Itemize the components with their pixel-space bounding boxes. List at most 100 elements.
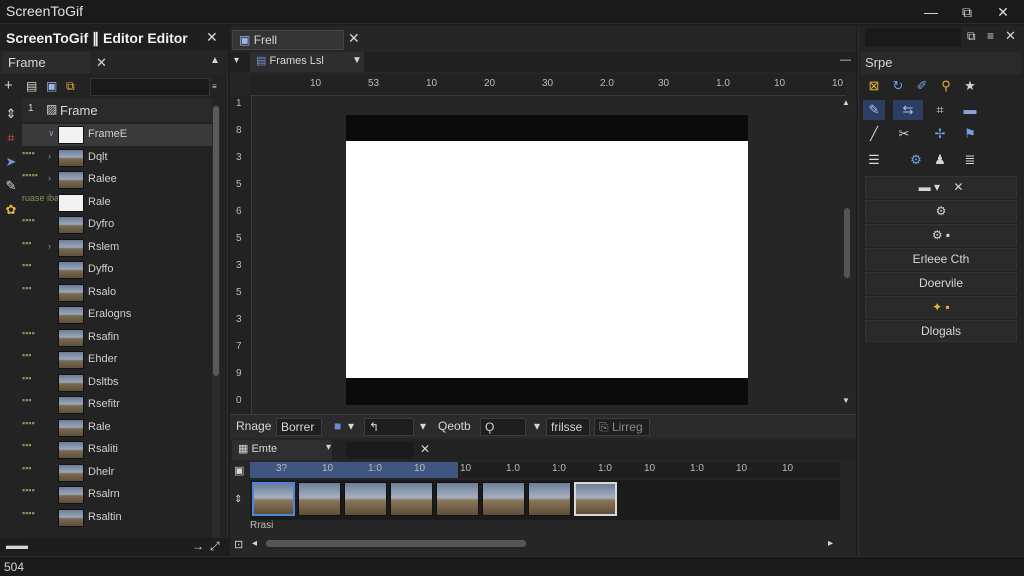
list-item[interactable]: Rsaliti ▪▪▪ [22,439,212,461]
list-item[interactable]: Rsefitr ▪▪▪ [22,394,212,416]
chevron-down-icon[interactable]: ▼ [352,55,362,66]
close-icon[interactable]: ✕ [1005,28,1016,44]
sparkle-button[interactable]: ✦ ▪ [865,296,1017,318]
file-icon[interactable]: ▤ [26,79,37,93]
folder-icon[interactable]: ▬ [959,100,981,120]
media-button[interactable]: ▬ ▾ ✕ [865,176,1017,198]
list-icon[interactable]: ≣ [959,150,981,170]
menu-icon[interactable]: — [840,54,851,66]
close-icon[interactable]: ✕ [420,442,430,456]
layout-icon[interactable]: ☰ [863,150,885,170]
scroll-down-icon[interactable]: ▼ [842,396,850,405]
list-item[interactable]: Rale ▪▪▪▪ [22,417,212,439]
list-item[interactable]: Dyffo ▪▪▪ [22,259,212,281]
effect-button-2[interactable]: ⚙ ▪ [865,224,1017,246]
list-item[interactable]: Dhelr ▪▪▪ [22,462,212,484]
timeline-ruler[interactable]: 3? 10 1:0 10 10 1.0 1:0 1:0 10 1:0 10 10 [250,462,840,478]
chevron-down-icon[interactable]: ▾ [530,418,544,436]
frame-list-scrollbar[interactable] [212,106,220,546]
timeline-frame-icon[interactable]: ▣ [234,464,244,477]
select-icon[interactable]: ⊠ [863,76,885,96]
depth-select[interactable]: Ǫ [480,418,526,436]
expand-arrow-icon[interactable]: › [48,241,51,251]
list-item[interactable]: › Dqlt ▪▪▪▪ [22,147,212,169]
chevron-down-icon[interactable]: ▾ [416,418,430,436]
timeline-frame[interactable] [528,482,571,516]
list-item[interactable]: Rale ruase ibati [22,192,212,214]
timeline-frame[interactable] [436,482,479,516]
pin-tool-icon[interactable]: ⚑ [959,124,981,144]
crop-icon[interactable]: ⌗ [3,130,19,146]
add-icon[interactable]: + [4,77,13,94]
timeline-frame[interactable] [390,482,433,516]
pen-icon[interactable]: ✎ [3,178,19,194]
scroll-up-icon[interactable]: ▲ [842,98,850,107]
pin-icon[interactable]: ▾ [234,55,239,66]
tune-icon[interactable]: ✢ [929,124,951,144]
timeline-frame[interactable] [344,482,387,516]
scroll-thumb[interactable] [844,208,850,278]
palette-icon[interactable]: ✿ [3,202,19,218]
tab-timeline[interactable]: ▦ Emte [232,440,332,460]
erase-button[interactable]: Erleee Cth [865,248,1017,270]
pin-icon[interactable]: ▲ [210,55,220,66]
tab-frame[interactable]: Frame [2,52,90,74]
expand-arrow-icon[interactable]: ∨ [48,128,55,139]
import-icon[interactable]: ⧉ [66,79,75,94]
draw-icon[interactable]: ╱ [863,124,885,144]
expand-arrow-icon[interactable]: › [48,151,51,161]
chevron-down-icon[interactable]: ▾ [344,418,358,436]
menu-icon[interactable]: ≡ [212,82,217,91]
adjust-icon[interactable]: ⚙ [905,150,927,170]
close-document-icon[interactable]: ✕ [348,30,360,47]
expand-arrow-icon[interactable]: › [48,173,51,183]
frame-canvas[interactable] [346,141,748,378]
color-swatch[interactable]: ■ [330,418,345,436]
tab-document[interactable]: ▣ Frell [232,30,344,50]
stamp-icon[interactable]: ♟ [929,150,951,170]
close-button[interactable]: ✕ [992,2,1014,22]
menu-icon[interactable]: ≡ [987,29,994,43]
pointer-icon[interactable]: ➤ [3,154,19,170]
list-item[interactable]: ∨ FrameE [22,124,212,146]
chevron-down-icon[interactable]: ▾ [326,442,331,453]
rotate-icon[interactable]: ↻ [887,76,909,96]
expand-icon[interactable]: 1 [28,103,34,114]
list-item[interactable]: Ehder ▪▪▪ [22,349,212,371]
crop-icon[interactable]: ⌗ [929,100,951,120]
effect-button[interactable]: ⚙ [865,200,1017,222]
scroll-thumb[interactable] [213,106,219,376]
search-icon[interactable]: ⚲ [935,76,957,96]
scroll-left-icon[interactable]: ◂ [252,538,257,549]
list-item[interactable]: Eralogns [22,304,212,326]
timeline-frame[interactable] [482,482,525,516]
tree-header[interactable]: 1 ▨ Frame [22,98,212,122]
list-item[interactable]: Rsalrn ▪▪▪▪ [22,484,212,506]
star-icon[interactable]: ★ [959,76,981,96]
scroll-right-icon[interactable]: ▸ [828,538,833,549]
shape-select[interactable]: ↰ [364,418,414,436]
timeline-frame[interactable] [252,482,295,516]
scroll-thumb[interactable] [266,540,526,547]
timeline-frame[interactable] [574,482,617,516]
apply-button[interactable]: frilsse [546,418,590,436]
restore-button[interactable]: ⧉ [956,2,978,22]
timeline-search-input[interactable] [346,442,414,458]
list-item[interactable]: Dyfro ▪▪▪▪ [22,214,212,236]
folder-icon[interactable]: ▣ [46,79,57,93]
list-item[interactable]: › Rslem ▪▪▪ [22,237,212,259]
list-item[interactable]: › Ralee ▪▪▪▪▪ [22,169,212,191]
move-icon[interactable]: ⇕ [3,106,19,122]
cut-icon[interactable]: ✂ [893,124,915,144]
minimize-button[interactable]: — [920,2,942,22]
view-icon[interactable]: ▬▬ [6,540,28,552]
dialogs-button[interactable]: Dlogals [865,320,1017,342]
list-item[interactable]: Rsalo ▪▪▪ [22,282,212,304]
link-button[interactable]: ⎘ Lirreg [594,418,650,436]
brush-icon[interactable]: ✐ [911,76,933,96]
list-item[interactable]: Rsaltin ▪▪▪▪ [22,507,212,529]
override-button[interactable]: Doervile [865,272,1017,294]
timeline-frame[interactable] [298,482,341,516]
border-button[interactable]: Borrer [276,418,322,436]
pencil-icon[interactable]: ✎ [863,100,885,120]
